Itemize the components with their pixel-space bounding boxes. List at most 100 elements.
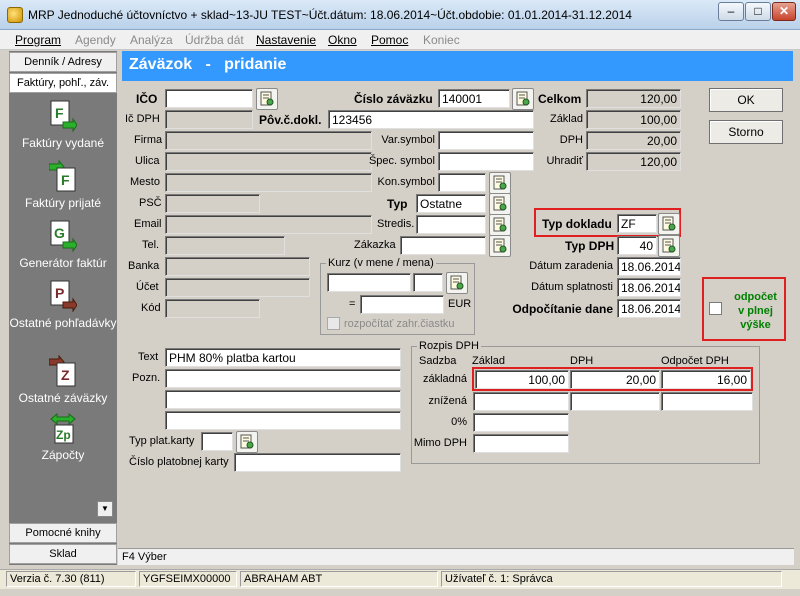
rozpis-header-sadzba: Sadzba bbox=[419, 355, 457, 367]
ucet-input[interactable] bbox=[165, 278, 310, 297]
typ-plat-karty-lookup-button[interactable] bbox=[236, 431, 258, 453]
datum-zaradenia-label: Dátum zaradenia bbox=[529, 260, 613, 272]
sidebar-item-faktury-vydane[interactable]: F Faktúry vydané bbox=[9, 100, 117, 151]
kurz-eur-label: EUR bbox=[448, 298, 472, 310]
dph-total-label: DPH bbox=[559, 134, 583, 146]
sidebar-item-ostatne-zavazky[interactable]: Z Ostatné záväzky bbox=[9, 355, 117, 406]
kurz-mena-input[interactable] bbox=[327, 273, 411, 292]
menu-pomoc[interactable]: Pomoc bbox=[371, 33, 408, 47]
odpocitanie-dane-input[interactable]: 18.06.2014 bbox=[617, 299, 681, 318]
odpocet-checkbox[interactable] bbox=[709, 302, 722, 315]
sidebar-tab-faktury[interactable]: Faktúry, pohľ., záv. bbox=[9, 73, 117, 93]
storno-button[interactable]: Storno bbox=[709, 120, 783, 144]
rozpocitat-checkbox[interactable] bbox=[327, 317, 340, 330]
sidebar-tab-pomocne-knihy[interactable]: Pomocné knihy bbox=[9, 523, 117, 543]
sidebar-item-faktury-prijate[interactable]: F Faktúry prijaté bbox=[9, 160, 117, 211]
sidebar-item-zapocty[interactable]: Zp Zápočty bbox=[9, 412, 117, 463]
mesto-input[interactable] bbox=[165, 173, 372, 192]
tel-input[interactable] bbox=[165, 236, 285, 255]
typ-dph-lookup-button[interactable] bbox=[658, 235, 680, 257]
ico-label: IČO bbox=[136, 92, 158, 106]
kon-symbol-input[interactable] bbox=[438, 173, 486, 192]
menu-nastavenie[interactable]: Nastavenie bbox=[256, 33, 316, 47]
typ-dph-input[interactable]: 40 bbox=[617, 236, 657, 255]
pozn-input-2[interactable] bbox=[165, 390, 401, 409]
zakazka-lookup-button[interactable] bbox=[489, 235, 511, 257]
typ-dokladu-input[interactable]: ZF bbox=[617, 214, 657, 233]
stredis-label: Stredis. bbox=[377, 218, 415, 230]
datum-splatnosti-input[interactable]: 18.06.2014 bbox=[617, 278, 681, 297]
svg-text:P: P bbox=[55, 285, 64, 301]
rozpis-row-label: Mimo DPH bbox=[413, 437, 467, 449]
rozpis-znizena-zaklad[interactable] bbox=[473, 392, 569, 411]
zakazka-input[interactable] bbox=[400, 236, 486, 255]
email-input[interactable] bbox=[165, 215, 372, 234]
rozpis-0pct-zaklad[interactable] bbox=[473, 413, 569, 432]
rozpis-znizena-dph[interactable] bbox=[570, 392, 660, 411]
lookup-icon bbox=[493, 175, 507, 190]
stredis-lookup-button[interactable] bbox=[489, 214, 511, 236]
sidebar-item-ostatne-pohladavky[interactable]: P Ostatné pohľadávky bbox=[9, 280, 117, 331]
cislo-platobnej-karty-input[interactable] bbox=[234, 453, 401, 472]
cislo-zavazku-lookup-button[interactable] bbox=[512, 88, 534, 110]
ulica-input[interactable] bbox=[165, 152, 372, 171]
datum-zaradenia-input[interactable]: 18.06.2014 bbox=[617, 257, 681, 276]
rozpis-zakladna-odpocet[interactable]: 16,00 bbox=[661, 370, 751, 389]
maximize-button[interactable]: □ bbox=[745, 2, 771, 21]
ucet-label: Účet bbox=[136, 281, 159, 293]
kurz-currency-input[interactable] bbox=[413, 273, 443, 292]
pov-c-dokl-label: Pôv.č.dokl. bbox=[259, 113, 322, 127]
mesto-label: Mesto bbox=[130, 176, 160, 188]
psc-input[interactable] bbox=[165, 194, 260, 213]
ok-button[interactable]: OK bbox=[709, 88, 783, 112]
cislo-zavazku-input[interactable]: 140001 bbox=[438, 89, 510, 108]
menu-okno[interactable]: Okno bbox=[328, 33, 357, 47]
status-license: YGFSEIMX00000 bbox=[139, 571, 237, 587]
sidebar-tab-dennik[interactable]: Denník / Adresy bbox=[9, 52, 117, 72]
rozpis-dph-title: Rozpis DPH bbox=[417, 340, 481, 352]
pozn-input-1[interactable] bbox=[165, 369, 401, 388]
typ-input[interactable]: Ostatne bbox=[416, 194, 486, 213]
app-icon[interactable] bbox=[7, 7, 23, 23]
menu-agendy[interactable]: Agendy bbox=[75, 33, 116, 47]
spec-symbol-input[interactable] bbox=[438, 152, 534, 171]
close-button[interactable]: ✕ bbox=[772, 2, 796, 21]
kod-input[interactable] bbox=[165, 299, 260, 318]
sidebar-scroll-down-button[interactable]: ▼ bbox=[97, 501, 113, 517]
menu-analyza[interactable]: Analýza bbox=[130, 33, 173, 47]
menu-udrzba-dat[interactable]: Údržba dát bbox=[185, 33, 244, 47]
banka-input[interactable] bbox=[165, 257, 310, 276]
sidebar-item-label: Ostatné pohľadávky bbox=[9, 316, 117, 330]
firma-input[interactable] bbox=[165, 131, 372, 150]
sidebar-tab-sklad[interactable]: Sklad bbox=[9, 544, 117, 564]
menu-program[interactable]: Program bbox=[15, 33, 61, 47]
text-input[interactable]: PHM 80% platba kartou bbox=[165, 348, 401, 367]
status-company: ABRAHAM ABT bbox=[240, 571, 438, 587]
pov-c-dokl-input[interactable]: 123456 bbox=[328, 110, 534, 129]
sidebar-item-generator-faktur[interactable]: G Generátor faktúr bbox=[9, 220, 117, 271]
ulica-label: Ulica bbox=[135, 155, 160, 167]
menu-koniec[interactable]: Koniec bbox=[423, 33, 460, 47]
kurz-eur-input[interactable] bbox=[360, 295, 444, 314]
ic-dph-input[interactable] bbox=[165, 110, 253, 129]
email-label: Email bbox=[134, 218, 162, 230]
stredis-input[interactable] bbox=[416, 215, 486, 234]
rozpis-znizena-odpocet[interactable] bbox=[661, 392, 753, 411]
ico-input[interactable] bbox=[165, 89, 253, 108]
banka-label: Banka bbox=[128, 260, 160, 272]
kurz-lookup-button[interactable] bbox=[446, 272, 468, 294]
celkom-label: Celkom bbox=[538, 92, 582, 106]
pozn-input-3[interactable] bbox=[165, 411, 401, 430]
typ-lookup-button[interactable] bbox=[489, 193, 511, 215]
var-symbol-input[interactable] bbox=[438, 131, 534, 150]
minimize-button[interactable]: – bbox=[718, 2, 744, 21]
svg-text:F: F bbox=[55, 105, 64, 121]
hint-bar: F4 Výber bbox=[118, 548, 794, 565]
ico-lookup-button[interactable] bbox=[256, 88, 278, 110]
typ-plat-karty-input[interactable] bbox=[201, 432, 233, 451]
rozpis-zakladna-zaklad[interactable]: 100,00 bbox=[475, 370, 569, 389]
kon-symbol-lookup-button[interactable] bbox=[489, 172, 511, 194]
rozpis-mimo-dph-zaklad[interactable] bbox=[473, 434, 569, 453]
rozpis-zakladna-dph[interactable]: 20,00 bbox=[570, 370, 660, 389]
typ-dokladu-lookup-button[interactable] bbox=[658, 213, 680, 235]
